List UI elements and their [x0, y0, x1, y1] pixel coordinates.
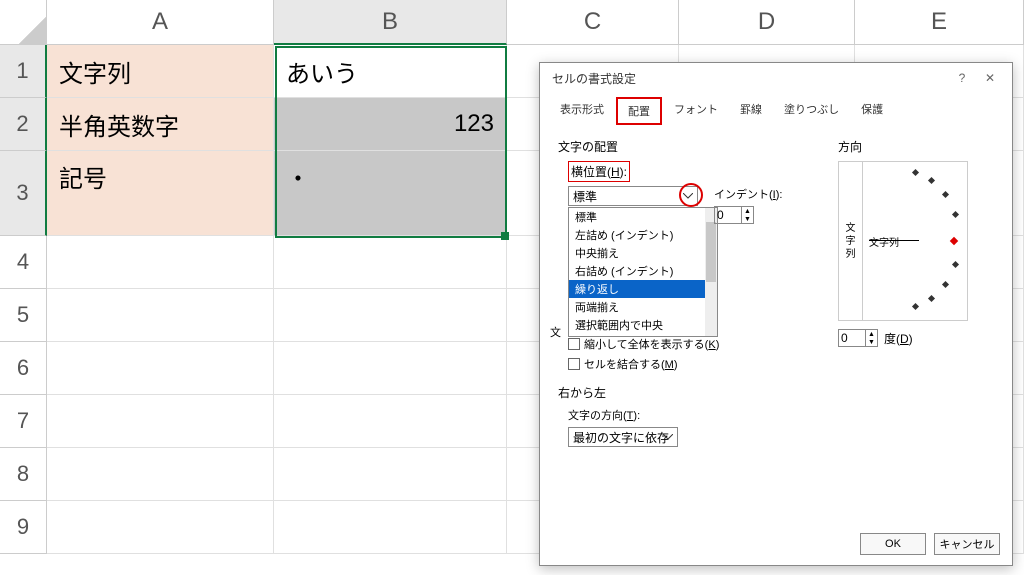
cell-b5[interactable]: [274, 289, 507, 342]
row-header-3[interactable]: 3: [0, 151, 47, 236]
cell-a3[interactable]: 記号: [47, 151, 274, 236]
textdir-label: 文字の方向(T):: [568, 407, 838, 423]
text-align-group-label: 文字の配置: [558, 138, 838, 155]
indent-value: 0: [717, 208, 724, 222]
row-header-6[interactable]: 6: [0, 342, 47, 395]
tab-alignment[interactable]: 配置: [616, 97, 662, 125]
format-cells-dialog: セルの書式設定 ? ✕ 表示形式 配置 フォント 罫線 塗りつぶし 保護 文字の…: [539, 62, 1013, 566]
merge-checkbox[interactable]: セルを結合する(M): [568, 356, 838, 372]
chevron-down-icon[interactable]: [681, 189, 695, 203]
degree-label: 度(D): [884, 330, 913, 347]
orient-vertical-button[interactable]: 文字列: [839, 162, 863, 320]
tab-number[interactable]: 表示形式: [550, 97, 614, 125]
tab-border[interactable]: 罫線: [730, 97, 772, 125]
cell-a9[interactable]: [47, 501, 274, 554]
cell-a6[interactable]: [47, 342, 274, 395]
orient-arc-label: 文字列: [869, 234, 899, 249]
opt-distributed[interactable]: 均等割り付け (インデント): [569, 334, 717, 337]
indent-label: インデント(I):: [714, 186, 782, 202]
cell-b8[interactable]: [274, 448, 507, 501]
cell-b6[interactable]: [274, 342, 507, 395]
horiz-align-dropdown: 標準 左詰め (インデント) 中央揃え 右詰め (インデント) 繰り返し 両端揃…: [568, 207, 718, 337]
spinner-up-icon[interactable]: ▲: [865, 330, 877, 338]
textdir-combo[interactable]: 最初の文字に依存: [568, 427, 678, 447]
textdir-value: 最初の文字に依存: [573, 429, 669, 446]
cell-a1[interactable]: 文字列: [47, 45, 274, 98]
row-header-5[interactable]: 5: [0, 289, 47, 342]
cell-a2[interactable]: 半角英数字: [47, 98, 274, 151]
cell-b9[interactable]: [274, 501, 507, 554]
spinner-down-icon[interactable]: ▼: [741, 215, 753, 223]
cell-b2[interactable]: 123: [274, 98, 507, 151]
indent-spinner[interactable]: 0 ▲▼: [714, 206, 754, 224]
col-header-e[interactable]: E: [855, 0, 1024, 45]
orient-pointer-icon[interactable]: [950, 237, 958, 245]
cell-b1[interactable]: あいう: [274, 45, 507, 98]
row-header-2[interactable]: 2: [0, 98, 47, 151]
close-button[interactable]: ✕: [976, 67, 1004, 89]
tabs: 表示形式 配置 フォント 罫線 塗りつぶし 保護: [540, 93, 1012, 126]
select-all-corner[interactable]: [0, 0, 47, 45]
cell-a4[interactable]: [47, 236, 274, 289]
tab-protection[interactable]: 保護: [851, 97, 893, 125]
opt-justify[interactable]: 両端揃え: [569, 298, 717, 316]
degree-value: 0: [841, 331, 848, 345]
opt-center-selection[interactable]: 選択範囲内で中央: [569, 316, 717, 334]
cancel-button[interactable]: キャンセル: [934, 533, 1000, 555]
cell-b3[interactable]: ・: [274, 151, 507, 236]
opt-right[interactable]: 右詰め (インデント): [569, 262, 717, 280]
cell-a5[interactable]: [47, 289, 274, 342]
degree-spinner[interactable]: 0 ▲▼: [838, 329, 878, 347]
col-header-d[interactable]: D: [679, 0, 855, 45]
cell-a8[interactable]: [47, 448, 274, 501]
opt-standard[interactable]: 標準: [569, 208, 717, 226]
cell-a7[interactable]: [47, 395, 274, 448]
horiz-align-value: 標準: [573, 188, 597, 205]
shrink-checkbox[interactable]: 縮小して全体を表示する(K): [568, 336, 838, 352]
ok-button[interactable]: OK: [860, 533, 926, 555]
row-header-4[interactable]: 4: [0, 236, 47, 289]
row-header-8[interactable]: 8: [0, 448, 47, 501]
opt-repeat[interactable]: 繰り返し: [569, 280, 717, 298]
opt-left[interactable]: 左詰め (インデント): [569, 226, 717, 244]
opt-center[interactable]: 中央揃え: [569, 244, 717, 262]
dropdown-scrollbar[interactable]: [705, 208, 717, 336]
orient-group-label: 方向: [838, 138, 994, 155]
col-header-c[interactable]: C: [507, 0, 679, 45]
row-header-7[interactable]: 7: [0, 395, 47, 448]
col-header-b[interactable]: B: [274, 0, 507, 45]
spinner-up-icon[interactable]: ▲: [741, 207, 753, 215]
help-button[interactable]: ?: [948, 67, 976, 89]
row-header-1[interactable]: 1: [0, 45, 47, 98]
vert-marker: 文: [550, 324, 561, 340]
rtl-group-label: 右から左: [558, 384, 838, 401]
col-header-a[interactable]: A: [47, 0, 274, 45]
cell-b7[interactable]: [274, 395, 507, 448]
spinner-down-icon[interactable]: ▼: [865, 338, 877, 346]
row-header-9[interactable]: 9: [0, 501, 47, 554]
tab-font[interactable]: フォント: [664, 97, 728, 125]
orient-arc[interactable]: 文字列: [863, 162, 967, 320]
dialog-title: セルの書式設定: [552, 70, 948, 87]
horiz-align-label: 横位置(H):: [568, 161, 630, 182]
orientation-box: 文字列 文字列: [838, 161, 968, 321]
cell-b4[interactable]: [274, 236, 507, 289]
tab-fill[interactable]: 塗りつぶし: [774, 97, 849, 125]
chevron-down-icon[interactable]: [661, 430, 675, 444]
horiz-align-combo[interactable]: 標準 標準 左詰め (インデント) 中央揃え 右詰め (インデント) 繰り返し …: [568, 186, 698, 206]
